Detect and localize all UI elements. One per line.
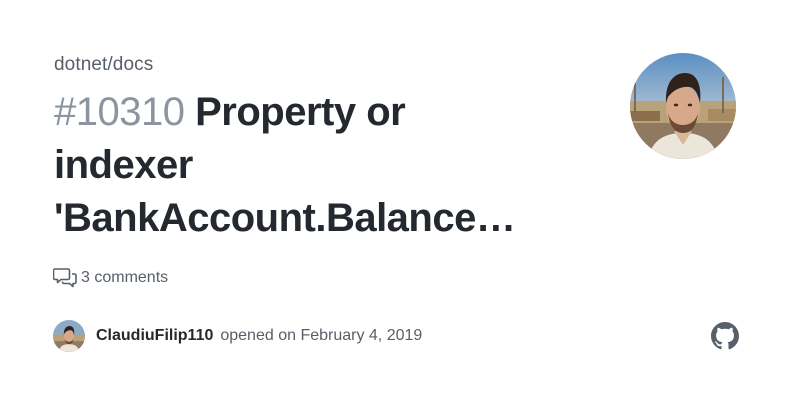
issue-number: #10310	[54, 90, 185, 134]
issue-social-card: dotnet/docs #10310 Property or indexer '…	[0, 0, 800, 400]
issue-title-line-1: Property or	[195, 90, 406, 134]
repo-name[interactable]: dotnet/docs	[54, 54, 153, 76]
issue-title-line-3: 'BankAccount.Balance…	[54, 196, 516, 240]
author-username[interactable]: ClaudiuFilip110	[96, 327, 213, 345]
author-avatar-small[interactable]	[53, 320, 85, 352]
comments-count[interactable]: 3 comments	[53, 266, 168, 290]
comments-count-label: 3 comments	[81, 269, 169, 286]
opened-date-text: opened on February 4, 2019	[220, 327, 423, 344]
github-mark-icon[interactable]	[711, 322, 739, 350]
issue-title-line-2: indexer	[54, 143, 193, 187]
comment-discussion-icon	[53, 267, 77, 289]
author-avatar-large[interactable]	[630, 53, 736, 159]
opened-by-row: ClaudiuFilip110 opened on February 4, 20…	[53, 320, 422, 352]
avatar-photo	[630, 53, 736, 159]
avatar-photo-small	[53, 320, 85, 352]
issue-title[interactable]: #10310 Property or indexer 'BankAccount.…	[54, 86, 594, 245]
